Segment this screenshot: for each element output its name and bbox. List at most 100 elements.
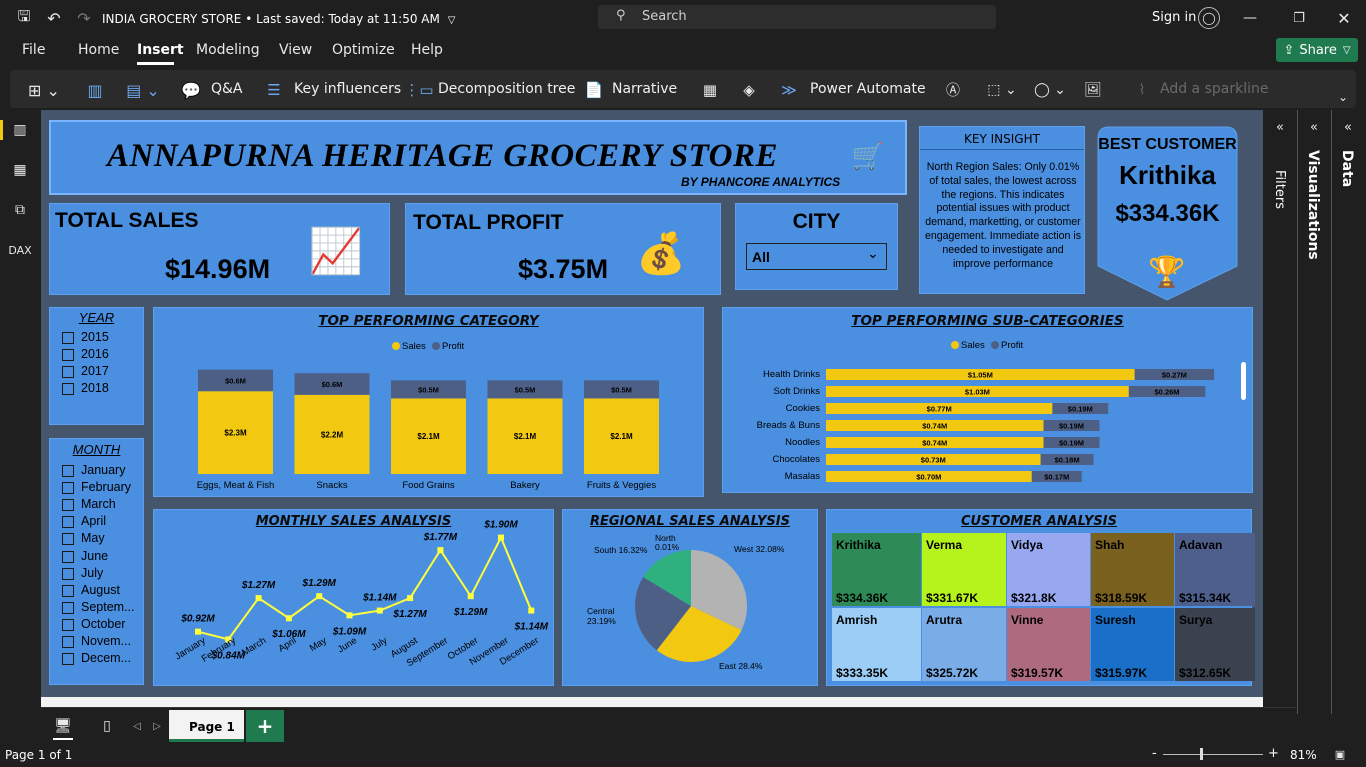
treemap-tile[interactable]: Amrish $333.35K [832, 608, 921, 681]
year-option-label[interactable]: 2016 [81, 347, 109, 361]
sign-in-link[interactable]: Sign in [1152, 10, 1196, 25]
close-icon[interactable]: ✕ [1334, 8, 1354, 28]
menu-view[interactable]: View [279, 42, 312, 58]
new-visual-icon[interactable]: ⊞ ⌄ [24, 80, 64, 100]
month-checkbox[interactable] [62, 601, 74, 614]
key-influencers-button[interactable]: Key influencers [294, 81, 401, 97]
month-checkbox[interactable] [62, 499, 74, 512]
fit-to-page-icon[interactable]: ▣ [1332, 747, 1348, 761]
chart-icon[interactable]: ▥ [84, 80, 106, 100]
share-button[interactable]: ⇪ Share ▽ [1276, 38, 1358, 62]
city-dropdown[interactable]: All ⌄ [746, 243, 887, 270]
month-option-label[interactable]: April [81, 514, 106, 528]
month-option-label[interactable]: Novem... [81, 634, 131, 648]
chevron-left-icon[interactable]: « [1341, 120, 1355, 135]
month-checkbox[interactable] [62, 618, 74, 631]
treemap-tile[interactable]: Adavan $315.34K [1175, 533, 1255, 606]
desktop-layout-icon[interactable]: 🖥 [53, 716, 73, 736]
page-tab[interactable]: Page 1 [169, 710, 244, 742]
month-option-label[interactable]: July [81, 566, 103, 580]
month-checkbox[interactable] [62, 567, 74, 580]
treemap-tile[interactable]: Vinne $319.57K [1007, 608, 1090, 681]
power-automate-button[interactable]: Power Automate [810, 81, 926, 97]
data-pane-tab[interactable]: Data [1339, 150, 1355, 187]
menu-optimize[interactable]: Optimize [332, 42, 395, 58]
decomposition-tree-icon[interactable]: ⋮▭ [404, 80, 433, 100]
dax-query-icon[interactable]: DAX [8, 240, 31, 260]
redo-icon[interactable]: ↷ [74, 8, 94, 28]
month-checkbox[interactable] [62, 516, 74, 529]
month-checkbox[interactable] [62, 636, 74, 648]
treemap-tile[interactable]: Shah $318.59K [1091, 533, 1174, 606]
menu-help[interactable]: Help [411, 42, 443, 58]
image-icon[interactable]: 🖼 [1082, 80, 1104, 100]
month-option-label[interactable]: August [81, 583, 120, 597]
treemap-tile[interactable]: Surya $312.65K [1175, 608, 1255, 681]
decomposition-tree-button[interactable]: Decomposition tree [438, 81, 575, 97]
model-view-icon[interactable]: ⧉ [10, 200, 30, 220]
month-option-label[interactable]: Septem... [81, 600, 135, 614]
power-apps-icon[interactable]: ◈ [738, 80, 760, 100]
menu-insert[interactable]: Insert [137, 42, 184, 58]
key-influencers-icon[interactable]: ☰ [263, 80, 285, 100]
month-option-label[interactable]: March [81, 497, 116, 511]
report-view-icon[interactable]: ▥ [10, 120, 30, 140]
visualizations-pane-tab[interactable]: Visualizations [1305, 150, 1321, 260]
minimize-icon[interactable]: — [1240, 8, 1260, 28]
month-option-label[interactable]: May [81, 531, 105, 545]
month-option-label[interactable]: February [81, 480, 131, 494]
next-page-icon[interactable]: ▷ [151, 718, 163, 734]
filters-pane-tab[interactable]: Filters [1272, 170, 1287, 209]
zoom-slider[interactable] [1163, 754, 1263, 755]
menu-file[interactable]: File [22, 42, 45, 58]
chevron-left-icon[interactable]: « [1273, 120, 1287, 135]
mobile-layout-icon[interactable]: ▯ [97, 716, 117, 736]
paginated-report-icon[interactable]: ▦ [699, 80, 721, 100]
month-option-label[interactable]: June [81, 549, 108, 563]
month-checkbox[interactable] [62, 584, 74, 597]
year-checkbox[interactable] [62, 349, 74, 361]
prev-page-icon[interactable]: ◁ [131, 718, 143, 734]
month-checkbox[interactable] [62, 482, 74, 495]
qa-icon[interactable]: 💬 [180, 80, 202, 100]
zoom-out-button[interactable]: - [1152, 746, 1157, 761]
year-option-label[interactable]: 2017 [81, 364, 109, 378]
treemap-tile[interactable]: Suresh $315.97K [1091, 608, 1174, 681]
month-checkbox[interactable] [62, 653, 74, 666]
menu-modeling[interactable]: Modeling [196, 42, 260, 58]
year-checkbox[interactable] [62, 366, 74, 378]
avatar-icon[interactable]: ◯ [1198, 7, 1220, 29]
year-checkbox[interactable] [62, 383, 74, 395]
month-option-label[interactable]: October [81, 617, 125, 631]
text-box-icon[interactable]: Ⓐ [942, 80, 964, 100]
power-automate-icon[interactable]: ≫ [778, 80, 800, 100]
add-page-button[interactable]: + [246, 710, 284, 742]
narrative-button[interactable]: Narrative [612, 81, 677, 97]
search-box[interactable]: ⚲ Search [598, 5, 996, 29]
document-title[interactable]: INDIA GROCERY STORE • Last saved: Today … [102, 12, 455, 26]
month-option-label[interactable]: Decem... [81, 651, 131, 665]
treemap-tile[interactable]: Verma $331.67K [922, 533, 1006, 606]
ribbon-expand-icon[interactable]: ⌄ [1334, 88, 1352, 106]
undo-icon[interactable]: ↶ [44, 8, 64, 28]
zoom-slider-thumb[interactable] [1200, 748, 1203, 760]
month-checkbox[interactable] [62, 465, 74, 477]
year-checkbox[interactable] [62, 332, 74, 344]
month-checkbox[interactable] [62, 533, 74, 546]
maximize-icon[interactable]: ❐ [1289, 8, 1309, 28]
shapes-icon[interactable]: ◯ ⌄ [1030, 80, 1070, 100]
year-option-label[interactable]: 2018 [81, 381, 109, 395]
qa-button[interactable]: Q&A [211, 81, 243, 97]
chevron-left-icon[interactable]: « [1307, 120, 1321, 135]
scrollbar-thumb[interactable] [1241, 362, 1246, 400]
year-option-label[interactable]: 2015 [81, 330, 109, 344]
narrative-icon[interactable]: 📄 [583, 80, 605, 100]
menu-home[interactable]: Home [78, 42, 119, 58]
treemap-tile[interactable]: Krithika $334.36K [832, 533, 921, 606]
treemap-tile[interactable]: Vidya $321.8K [1007, 533, 1090, 606]
buttons-icon[interactable]: ⬚ ⌄ [983, 80, 1021, 100]
month-checkbox[interactable] [62, 550, 74, 563]
zoom-in-button[interactable]: + [1268, 746, 1279, 761]
table-view-icon[interactable]: ▦ [10, 160, 30, 180]
save-icon[interactable]: 🖫 [14, 7, 34, 28]
